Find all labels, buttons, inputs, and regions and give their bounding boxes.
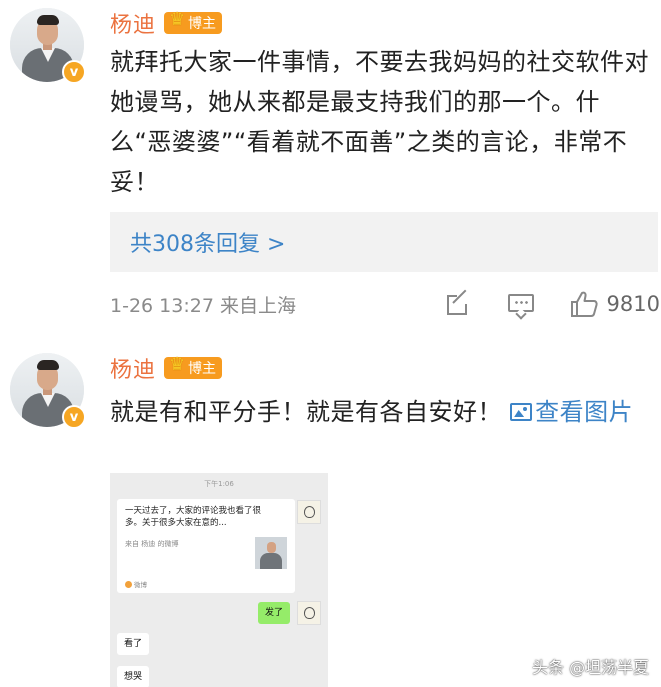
- verified-icon: v: [62, 60, 86, 84]
- sent-message: 发了: [257, 602, 290, 624]
- watermark: 头条 @坦荡半夏: [532, 658, 650, 677]
- badge-label: 博主: [188, 16, 217, 32]
- share-icon[interactable]: [445, 289, 473, 318]
- like-icon[interactable]: [569, 289, 599, 319]
- comment-text-2: 就是有和平分手！就是有各自安好！ 查看图片: [110, 392, 650, 432]
- replies-link[interactable]: 共308条回复 >: [110, 212, 658, 272]
- username[interactable]: 杨迪: [110, 7, 156, 39]
- chat-avatar: [297, 601, 321, 625]
- crown-icon: ♛: [168, 9, 186, 30]
- crown-icon: ♛: [168, 354, 186, 375]
- timestamp-location: 1-26 13:27 来自上海: [110, 294, 296, 317]
- comment-text: 就是有和平分手！就是有各自安好！: [110, 398, 502, 426]
- received-message: 想哭: [117, 666, 150, 687]
- card-text: 一天过去了，大家的评论我也看了很多。关于很多大家在意的...: [125, 506, 262, 528]
- chat-timestamp: 下午1:06: [204, 480, 234, 488]
- name-row: 杨迪 ♛ 博主: [110, 352, 223, 384]
- shared-weibo-card: 一天过去了，大家的评论我也看了很多。关于很多大家在意的... 来自 杨迪 的微博…: [117, 499, 295, 593]
- card-footer: 微博: [125, 579, 147, 589]
- card-thumbnail: [255, 537, 287, 569]
- verified-icon: v: [62, 405, 86, 429]
- chat-avatar: [297, 500, 321, 524]
- comment-text: 就拜托大家一件事情，不要去我妈妈的社交软件对她谩骂，她从来都是最支持我们的那一个…: [110, 48, 649, 196]
- blogger-badge: ♛ 博主: [164, 9, 223, 34]
- blogger-badge: ♛ 博主: [164, 354, 223, 379]
- attached-image[interactable]: 下午1:06 一天过去了，大家的评论我也看了很多。关于很多大家在意的... 来自…: [110, 473, 328, 687]
- image-icon: [510, 403, 533, 421]
- like-count: 9810: [606, 292, 660, 316]
- view-image-link[interactable]: 查看图片: [510, 398, 633, 426]
- card-source: 来自 杨迪 的微博: [125, 540, 179, 548]
- action-bar: 9810: [445, 288, 660, 320]
- comment-meta: 1-26 13:27 来自上海 9810: [110, 288, 660, 320]
- username[interactable]: 杨迪: [110, 352, 156, 384]
- name-row: 杨迪 ♛ 博主: [110, 7, 223, 39]
- received-message: 看了: [117, 633, 150, 655]
- comment-icon[interactable]: [507, 290, 535, 320]
- weibo-icon: [125, 581, 132, 588]
- view-image-label: 查看图片: [535, 398, 634, 426]
- badge-label: 博主: [188, 361, 217, 377]
